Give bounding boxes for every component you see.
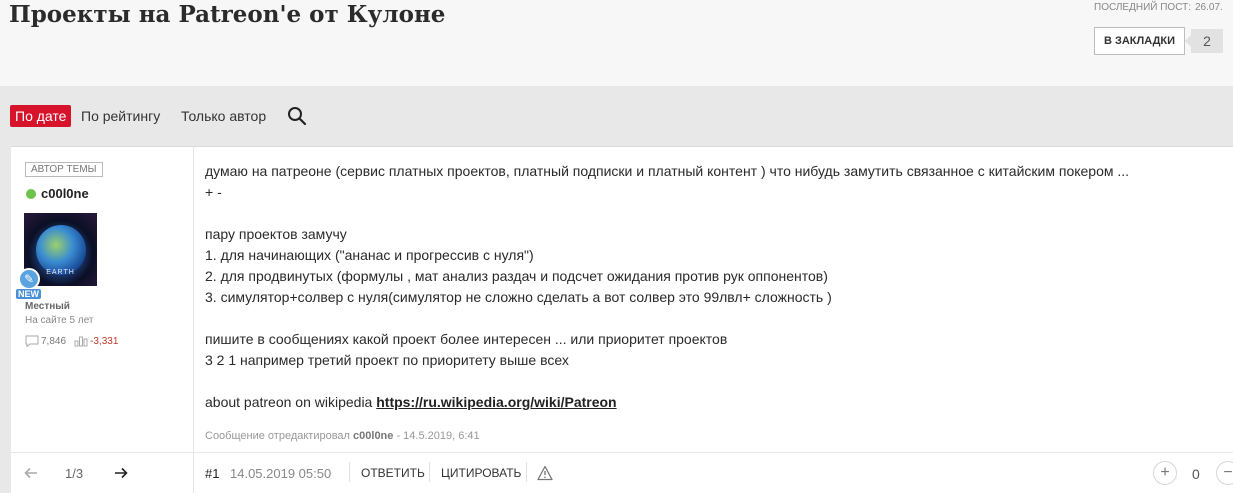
thread-header: Проекты на Patreon'е от Кулоне ПОСЛЕДНИЙ… <box>0 0 1233 86</box>
username-link[interactable]: c00l0ne <box>41 186 89 201</box>
search-icon[interactable] <box>287 106 307 126</box>
last-post-info: ПОСЛЕДНИЙ ПОСТ: 26.07. <box>1094 2 1223 13</box>
reply-button[interactable]: ОТВЕТИТЬ <box>361 466 425 480</box>
message-line: 3. симулятор+солвер с нуля(симулятор не … <box>205 289 832 305</box>
feather-icon: ✎ <box>18 268 40 290</box>
rank-icon: ✎ NEW <box>16 268 44 304</box>
edited-suffix: - 14.5.2019, 6:41 <box>393 430 480 442</box>
message-line: думаю на патреоне (сервис платных проект… <box>205 163 1130 179</box>
edited-note: Сообщение отредактировал c00l0ne - 14.5.… <box>205 430 480 442</box>
quote-button[interactable]: ЦИТИРОВАТЬ <box>441 466 521 480</box>
minus-icon: − <box>1223 464 1233 481</box>
wikipedia-link[interactable]: https://ru.wikipedia.org/wiki/Patreon <box>376 394 616 410</box>
plus-icon: + <box>1160 464 1170 481</box>
post: АВТОР ТЕМЫ c00l0ne EARTH ✎ NEW Местный Н… <box>11 146 1233 493</box>
edited-prefix: Сообщение отредактировал <box>205 430 354 442</box>
thread-author-badge: АВТОР ТЕМЫ <box>25 162 103 177</box>
last-post-label: ПОСЛЕДНИЙ ПОСТ: <box>1094 2 1191 13</box>
reputation-icon <box>74 336 88 347</box>
warning-icon[interactable] <box>537 465 553 481</box>
vote-down-button[interactable]: − <box>1216 461 1233 485</box>
post-message: думаю на патреоне (сервис платных проект… <box>205 161 1230 413</box>
vote-up-button[interactable]: + <box>1153 461 1177 485</box>
pager-position: 1/3 <box>65 466 84 481</box>
arrow-left-icon[interactable] <box>23 465 39 481</box>
vote-count: 0 <box>1192 466 1200 482</box>
tab-author-only[interactable]: Только автор <box>176 105 271 127</box>
member-since: На сайте 5 лет <box>25 315 94 326</box>
message-link-line: about patreon on wikipedia https://ru.wi… <box>205 392 1230 413</box>
last-post-date: 26.07. <box>1194 2 1223 13</box>
online-status-icon <box>26 189 36 199</box>
arrow-right-icon[interactable] <box>113 465 129 481</box>
link-prefix: about patreon on wikipedia <box>205 394 377 410</box>
message-line: пишите в сообщениях какой проект более и… <box>205 331 728 347</box>
footer-divider <box>429 462 430 482</box>
post-footer: 1/3 #1 14.05.2019 05:50 ОТВЕТИТЬ ЦИТИРОВ… <box>11 452 1233 493</box>
message-line: 3 2 1 например третий проект по приорите… <box>205 352 569 368</box>
post-number-link[interactable]: #1 <box>205 466 219 481</box>
footer-divider <box>526 462 527 482</box>
message-line: + - <box>205 184 222 200</box>
bookmark-button[interactable]: В ЗАКЛАДКИ <box>1094 27 1185 55</box>
edited-user[interactable]: c00l0ne <box>353 430 393 442</box>
author-panel: АВТОР ТЕМЫ c00l0ne EARTH ✎ NEW Местный Н… <box>11 147 194 493</box>
tab-by-date[interactable]: По дате <box>10 105 72 127</box>
post-date: 14.05.2019 05:50 <box>230 466 332 481</box>
reputation-value: -3,331 <box>90 335 119 347</box>
thread-title: Проекты на Patreon'е от Кулоне <box>9 1 446 28</box>
message-count: 7,846 <box>41 335 67 347</box>
new-rank-badge: NEW <box>16 289 41 299</box>
messages-icon <box>25 335 39 347</box>
user-stats: 7,846 -3,331 <box>25 335 118 347</box>
bookmark-count: 2 <box>1185 29 1223 53</box>
message-line: пару проектов замучу <box>205 226 347 242</box>
message-line: 1. для начинающих ("ананас и прогрессив … <box>205 247 534 263</box>
message-line: 2. для продвинутых (формулы , мат анализ… <box>205 268 828 284</box>
user-rank: Местный <box>25 301 70 312</box>
tab-by-rating[interactable]: По рейтингу <box>76 105 165 127</box>
footer-divider <box>349 462 350 482</box>
